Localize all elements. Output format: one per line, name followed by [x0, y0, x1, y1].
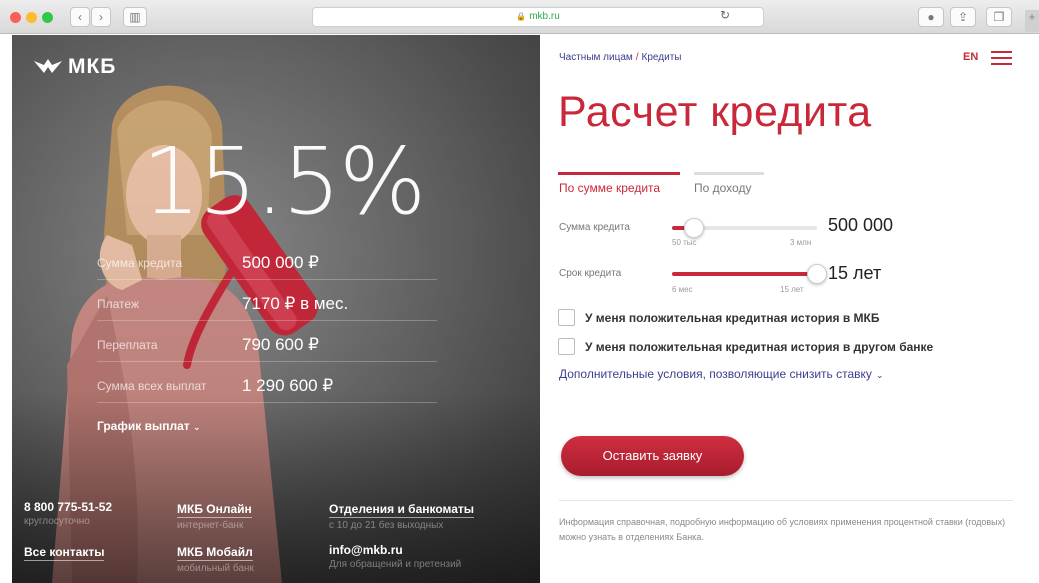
phone-number[interactable]: 8 800 775-51-52 — [24, 500, 112, 514]
breadcrumb-separator: / — [635, 52, 639, 63]
branches-hours: с 10 до 21 без выходных — [329, 520, 444, 531]
more-conditions-link[interactable]: Дополнительные условия, позволяющие сниз… — [559, 367, 883, 381]
new-tab-button[interactable]: + — [1025, 10, 1039, 32]
email-sub: Для обращений и претензий — [329, 559, 462, 570]
email-link[interactable]: info@mkb.ru — [329, 543, 461, 557]
menu-icon[interactable] — [991, 51, 1012, 65]
tab-by-amount[interactable]: По сумме кредита — [559, 181, 660, 195]
more-conditions-text: Дополнительные условия, позволяющие сниз… — [559, 367, 872, 381]
stat-label: Сумма всех выплат — [97, 379, 207, 393]
payment-schedule-link[interactable]: График выплат ⌄ — [97, 419, 201, 433]
online-bank-link[interactable]: МКБ Онлайн — [177, 502, 252, 518]
stat-value: 1 290 600 ₽ — [242, 376, 334, 395]
back-button[interactable]: ‹ — [70, 7, 90, 27]
term-min-label: 6 мес — [672, 285, 693, 294]
term-max-label: 15 лет — [780, 285, 804, 294]
sidebar-icon: ▥ — [129, 10, 141, 24]
term-label: Срок кредита — [559, 268, 622, 279]
term-slider-fill — [672, 272, 817, 276]
tab-indicator-active — [558, 172, 680, 175]
url-text: mkb.ru — [529, 11, 560, 22]
chevron-right-icon: › — [99, 10, 103, 24]
address-bar[interactable]: 🔒 mkb.ru — [312, 7, 764, 27]
bird-logo-icon — [34, 59, 62, 73]
forward-button[interactable]: › — [91, 7, 111, 27]
stat-label: Платеж — [97, 297, 139, 311]
breadcrumb: Частным лицам / Кредиты — [559, 52, 681, 63]
checkbox-row[interactable]: У меня положительная кредитная история в… — [558, 338, 933, 355]
mkb-logo[interactable]: МКБ — [34, 55, 116, 79]
divider — [559, 500, 1013, 501]
share-icon: ⇪ — [957, 10, 969, 24]
stat-row: Платеж 7170 ₽ в мес. — [97, 281, 437, 321]
footer-phone[interactable]: 8 800 775-51-52 круглосуточно — [24, 500, 112, 527]
chevron-left-icon: ‹ — [78, 10, 82, 24]
branches-link[interactable]: Отделения и банкоматы — [329, 502, 475, 518]
footer-contacts[interactable]: Все контакты — [24, 543, 105, 561]
breadcrumb-item[interactable]: Частным лицам — [559, 52, 633, 63]
submit-application-button[interactable]: Оставить заявку — [561, 436, 744, 476]
amount-slider-handle[interactable] — [684, 218, 704, 238]
lock-icon: 🔒 — [516, 12, 527, 21]
stat-label: Переплата — [97, 338, 158, 352]
disclaimer-text: Информация справочная, подробную информа… — [559, 517, 1006, 542]
credit-history-mkb-checkbox[interactable] — [558, 309, 575, 326]
footer-online[interactable]: МКБ Онлайн интернет-банк — [177, 500, 252, 531]
term-slider-handle[interactable] — [807, 264, 827, 284]
term-value[interactable]: 15 лет — [828, 263, 881, 284]
share-button[interactable]: ⇪ — [950, 7, 976, 27]
checkbox-row[interactable]: У меня положительная кредитная история в… — [558, 309, 879, 326]
hero-panel: МКБ 15.5% Сумма кредита 500 000 ₽ Платеж… — [12, 35, 540, 583]
chevron-down-icon: ⌄ — [875, 370, 884, 380]
minimize-window-button[interactable] — [26, 12, 37, 23]
close-window-button[interactable] — [10, 12, 21, 23]
info-button[interactable]: ● — [918, 7, 944, 27]
tab-indicator-inactive — [694, 172, 764, 175]
sidebar-button[interactable]: ▥ — [123, 7, 147, 27]
stat-value: 500 000 ₽ — [242, 253, 319, 272]
amount-max-label: 3 млн — [790, 238, 812, 247]
amount-min-label: 50 тыс — [672, 238, 697, 247]
schedule-label: График выплат — [97, 419, 190, 433]
browser-toolbar: ‹ › ▥ 🔒 mkb.ru ↻ ● ⇪ ❐ + — [0, 0, 1039, 34]
credit-history-other-checkbox[interactable] — [558, 338, 575, 355]
footer-mobile[interactable]: МКБ Мобайл мобильный банк — [177, 543, 254, 574]
page-title: Расчет кредита — [558, 88, 872, 136]
stat-row: Сумма всех выплат 1 290 600 ₽ — [97, 363, 437, 403]
checkbox-label: У меня положительная кредитная история в… — [585, 339, 934, 354]
mobile-bank-link[interactable]: МКБ Мобайл — [177, 545, 253, 561]
online-bank-sub: интернет-банк — [177, 520, 244, 531]
stat-label: Сумма кредита — [97, 256, 183, 270]
footer-branches[interactable]: Отделения и банкоматы с 10 до 21 без вых… — [329, 500, 475, 531]
tabs-button[interactable]: ❐ — [986, 7, 1012, 27]
checkbox-label: У меня положительная кредитная история в… — [585, 310, 880, 325]
info-icon: ● — [927, 10, 935, 24]
tabs-icon: ❐ — [993, 10, 1005, 24]
amount-value[interactable]: 500 000 — [828, 215, 893, 236]
stat-value: 790 600 ₽ — [242, 335, 319, 354]
amount-label: Сумма кредита — [559, 222, 630, 233]
logo-text: МКБ — [68, 55, 117, 78]
interest-rate: 15.5% — [142, 128, 426, 235]
all-contacts-link[interactable]: Все контакты — [24, 545, 105, 561]
chevron-down-icon: ⌄ — [192, 422, 201, 432]
stat-row: Переплата 790 600 ₽ — [97, 322, 437, 362]
phone-hours: круглосуточно — [24, 516, 90, 527]
tab-by-income[interactable]: По доходу — [694, 181, 751, 195]
language-switch[interactable]: EN — [963, 51, 978, 63]
stat-value: 7170 ₽ в мес. — [242, 294, 349, 313]
footer-email[interactable]: info@mkb.ru Для обращений и претензий — [329, 543, 461, 570]
reload-icon[interactable]: ↻ — [720, 8, 730, 22]
stat-row: Сумма кредита 500 000 ₽ — [97, 240, 437, 280]
breadcrumb-item[interactable]: Кредиты — [642, 52, 682, 63]
maximize-window-button[interactable] — [42, 12, 53, 23]
mobile-bank-sub: мобильный банк — [177, 563, 254, 574]
